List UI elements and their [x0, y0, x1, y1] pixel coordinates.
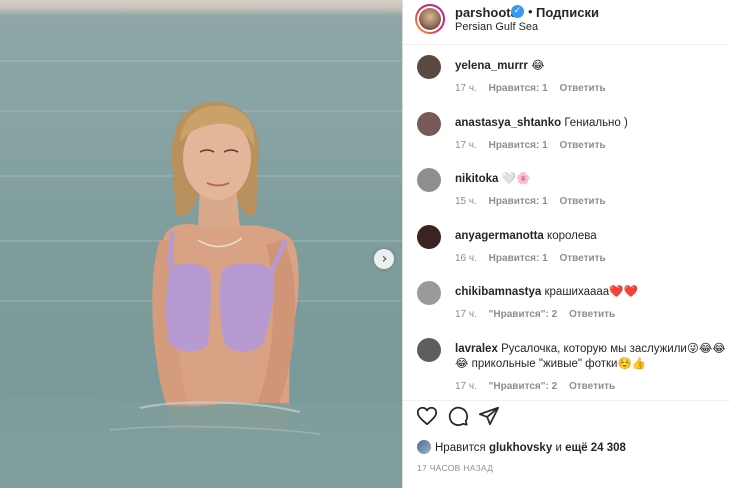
comment-icon[interactable] — [447, 405, 469, 427]
likes-prefix: Нравится — [435, 442, 486, 454]
comment-likes[interactable]: Нравится: 1 — [489, 196, 548, 207]
commenter-avatar[interactable] — [417, 112, 441, 136]
reply-button[interactable]: Ответить — [559, 196, 605, 207]
comment-time[interactable]: 17 ч. — [455, 140, 477, 151]
comment-username[interactable]: anyagermanotta — [455, 230, 544, 242]
chevron-right-icon: › — [381, 251, 388, 267]
post-header: parshoota ✓ • Подписки Persian Gulf Sea — [403, 0, 730, 45]
comment-likes[interactable]: Нравится: 1 — [489, 83, 548, 94]
heart-icon[interactable] — [416, 405, 438, 427]
liker-avatar[interactable] — [417, 440, 431, 454]
liker-username[interactable]: glukhovsky — [489, 442, 552, 454]
following-button[interactable]: Подписки — [536, 5, 599, 20]
comment-username[interactable]: yelena_murrr — [455, 60, 528, 72]
comment-time[interactable]: 17 ч. — [455, 309, 477, 320]
reply-button[interactable]: Ответить — [569, 381, 615, 392]
comment-item: lavralex Русалочка, которую мы заслужили… — [403, 338, 730, 398]
comment-text: 🤍🌸 — [501, 173, 531, 185]
actions-divider — [403, 400, 730, 401]
comment-item: anyagermanotta королева 16 ч. Нравится: … — [403, 225, 730, 277]
reply-button[interactable]: Ответить — [559, 83, 605, 94]
comment-text: 😂 — [531, 60, 545, 72]
reply-button[interactable]: Ответить — [559, 253, 605, 264]
author-avatar[interactable] — [415, 4, 445, 34]
commenter-avatar[interactable] — [417, 55, 441, 79]
comment-text-continued: 😂 прикольные "живые" фотки☺️👍 — [455, 358, 647, 370]
next-photo-button[interactable]: › — [374, 249, 394, 269]
author-username[interactable]: parshoota — [455, 5, 518, 20]
comment-username[interactable]: nikitoka — [455, 173, 498, 185]
comment-text: королева — [547, 230, 597, 242]
comment-text: Русалочка, которую мы заслужили😜😂😂 — [501, 343, 725, 355]
post-location[interactable]: Persian Gulf Sea — [455, 21, 538, 33]
comment-time[interactable]: 17 ч. — [455, 381, 477, 392]
comment-time[interactable]: 16 ч. — [455, 253, 477, 264]
commenter-avatar[interactable] — [417, 338, 441, 362]
reply-button[interactable]: Ответить — [569, 309, 615, 320]
commenter-avatar[interactable] — [417, 281, 441, 305]
reply-button[interactable]: Ответить — [559, 140, 605, 151]
commenter-avatar[interactable] — [417, 168, 441, 192]
comment-username[interactable]: lavralex — [455, 343, 498, 355]
comment-item: yelena_murrr 😂 17 ч. Нравится: 1 Ответит… — [403, 55, 730, 107]
comment-likes[interactable]: "Нравится": 2 — [489, 309, 558, 320]
comment-item: anastasya_shtanko Гениально ) 17 ч. Нрав… — [403, 112, 730, 164]
comment-time[interactable]: 15 ч. — [455, 196, 477, 207]
share-icon[interactable] — [478, 405, 500, 427]
comment-time[interactable]: 17 ч. — [455, 83, 477, 94]
photo-subject — [0, 101, 402, 488]
post-time-ago[interactable]: 17 ЧАСОВ НАЗАД — [417, 463, 493, 473]
likes-conjunction: и — [555, 442, 562, 454]
commenter-avatar[interactable] — [417, 225, 441, 249]
comment-likes[interactable]: Нравится: 1 — [489, 253, 548, 264]
comment-username[interactable]: chikibamnastya — [455, 286, 541, 298]
verified-badge-icon: ✓ — [511, 5, 524, 18]
post-photo[interactable]: › — [0, 0, 402, 488]
post-details-panel: parshoota ✓ • Подписки Persian Gulf Sea … — [403, 0, 730, 488]
header-separator: • — [528, 4, 533, 19]
comment-text: крашихаааа❤️❤️ — [544, 286, 638, 298]
comment-item: chikibamnastya крашихаааа❤️❤️ 17 ч. "Нра… — [403, 281, 730, 333]
comment-text: Гениально ) — [564, 117, 628, 129]
comment-item: nikitoka 🤍🌸 15 ч. Нравится: 1 Ответить — [403, 168, 730, 220]
comment-username[interactable]: anastasya_shtanko — [455, 117, 561, 129]
comment-likes[interactable]: Нравится: 1 — [489, 140, 548, 151]
comment-likes[interactable]: "Нравится": 2 — [489, 381, 558, 392]
likes-summary: Нравится glukhovsky и ещё 24 308 — [417, 440, 626, 454]
likes-count[interactable]: ещё 24 308 — [565, 442, 626, 454]
